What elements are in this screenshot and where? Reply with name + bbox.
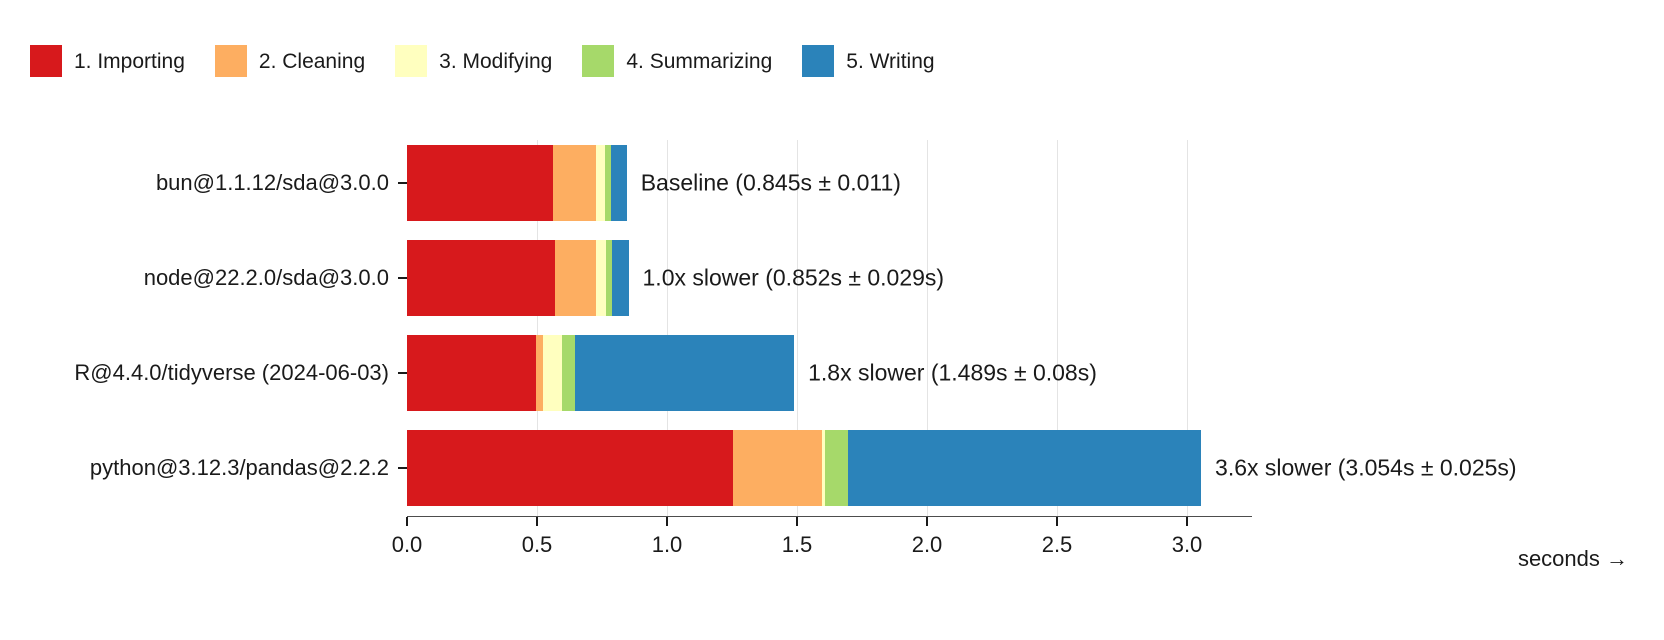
x-tick-mark	[1186, 517, 1188, 526]
x-tick-mark	[536, 517, 538, 526]
y-tick-label: R@4.4.0/tidyverse (2024-06-03)	[74, 360, 389, 385]
x-tick-label: 2.0	[911, 532, 943, 557]
x-tick-label: 0.0	[391, 532, 423, 557]
x-tick-label: 0.5	[521, 532, 553, 557]
x-tick-mark	[666, 517, 668, 526]
x-tick-mark	[796, 517, 798, 526]
axis-layer: 0.0 0.5 1.0 1.5 2.0 2.5 3.0 bun@1.1.12/sda@3.0.…	[0, 0, 1664, 640]
y-tick-label: bun@1.1.12/sda@3.0.0	[155, 170, 389, 195]
x-tick-label: 2.5	[1041, 532, 1073, 557]
x-tick-mark	[1056, 517, 1058, 526]
x-axis-line	[407, 516, 1252, 517]
x-axis-title: seconds →	[1517, 546, 1628, 571]
x-tick-mark	[926, 517, 928, 526]
x-tick-label: 3.0	[1171, 532, 1203, 557]
y-tick-mark	[398, 372, 407, 374]
x-tick-label: 1.5	[781, 532, 813, 557]
x-tick-mark	[406, 517, 408, 526]
y-tick-mark	[398, 277, 407, 279]
x-tick-label: 1.0	[651, 532, 683, 557]
y-tick-mark	[398, 467, 407, 469]
y-tick-label: node@22.2.0/sda@3.0.0	[143, 265, 389, 290]
y-tick-mark	[398, 182, 407, 184]
y-tick-label: python@3.12.3/pandas@2.2.2	[89, 455, 389, 480]
benchmark-chart: 1. Importing 2. Cleaning 3. Modifying 4. Su…	[0, 0, 1664, 640]
